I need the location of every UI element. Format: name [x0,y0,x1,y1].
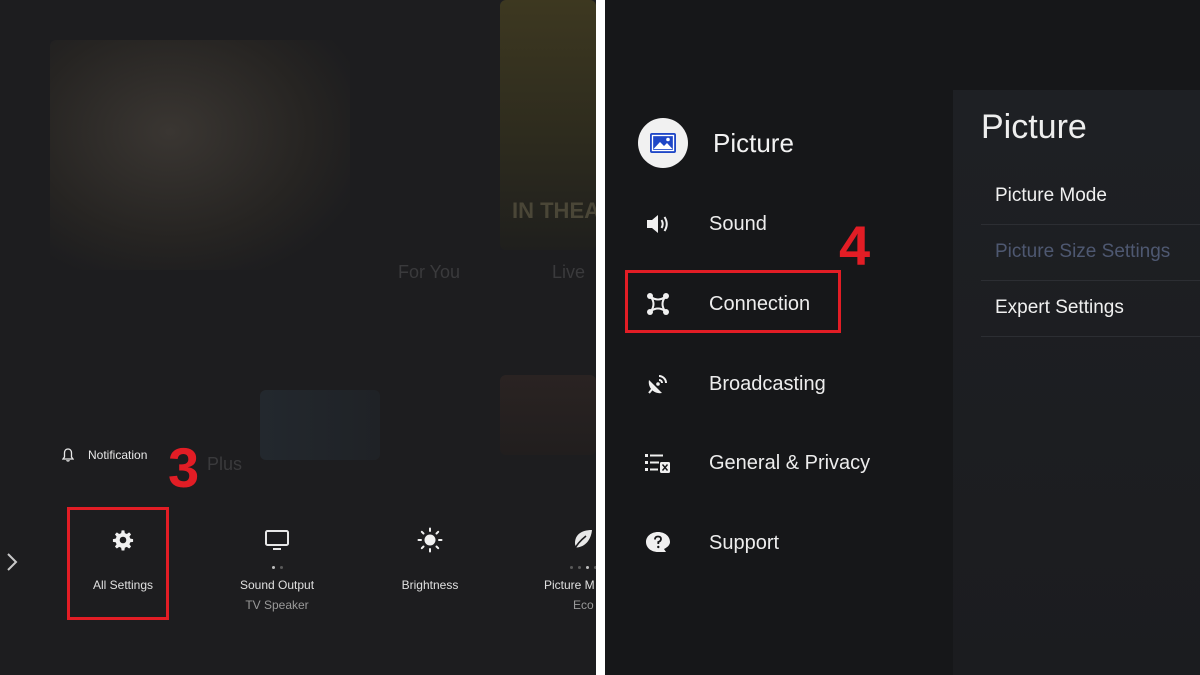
background-text-for-you: For You [398,262,461,282]
scroll-left-arrow-icon[interactable] [6,552,18,578]
satellite-icon [643,369,673,399]
all-settings-highlight-box [67,507,169,620]
step-number-4: 4 [839,214,871,277]
menu-item-broadcasting[interactable]: Broadcasting [643,369,826,399]
support-icon [643,528,673,558]
picture-icon [638,118,688,168]
privacy-list-icon [643,448,673,478]
sound-output-value: TV Speaker [245,598,309,612]
submenu-label-picture-size-settings: Picture Size Settings [995,241,1171,262]
submenu-title: Picture [981,108,1087,146]
notification-button[interactable]: Notification [62,448,147,462]
menu-label-broadcasting: Broadcasting [709,372,826,395]
menu-item-general-privacy[interactable]: General & Privacy [643,448,870,478]
sound-output-button[interactable]: Sound Output TV Speaker [222,520,332,612]
brightness-button[interactable]: Brightness [375,520,485,592]
picture-mode-label: Picture M [544,578,595,592]
submenu-item-picture-size-settings: Picture Size Settings [981,224,1200,281]
sound-output-label: Sound Output [239,578,315,592]
menu-label-general-privacy: General & Privacy [709,451,871,474]
notification-label: Notification [88,448,148,462]
background-text-plus: Plus [207,454,243,474]
monitor-icon [222,520,332,560]
menu-label-sound: Sound [709,212,767,235]
picture-mode-value: Eco [573,598,594,612]
page-dots [222,560,332,574]
submenu-item-picture-mode[interactable]: Picture Mode [981,168,1200,225]
background-text-live: Live [552,262,586,282]
menu-item-sound[interactable]: Sound [643,209,767,239]
sun-icon [375,520,485,560]
bell-icon [62,448,74,462]
background-text-theaters: IN THEAT [512,198,596,223]
menu-item-picture[interactable]: Picture [638,118,794,168]
submenu-item-expert-settings[interactable]: Expert Settings [981,280,1200,337]
quick-settings-screen: IN THEAT For You Live Plus Notification … [0,0,596,675]
picture-submenu: Picture Picture Mode Picture Size Settin… [953,90,1200,675]
background-poster-blur [50,40,350,270]
leaf-icon [528,520,596,560]
background-logo-tile [500,375,596,455]
brightness-label: Brightness [401,578,459,592]
menu-label-picture: Picture [713,127,794,158]
speaker-icon [643,209,673,239]
step-number-3: 3 [168,436,200,499]
submenu-label-expert-settings: Expert Settings [995,297,1124,318]
submenu-label-picture-mode: Picture Mode [995,185,1107,206]
picture-mode-button[interactable]: Picture M Eco [528,520,596,612]
connection-highlight-box [625,270,841,333]
page-dots [528,560,596,574]
menu-label-support: Support [709,531,780,554]
background-tile-blur [260,390,380,460]
menu-item-support[interactable]: Support [643,528,779,558]
settings-menu-screen: Picture Sound Connection Broadcasting Ge… [605,0,1200,675]
